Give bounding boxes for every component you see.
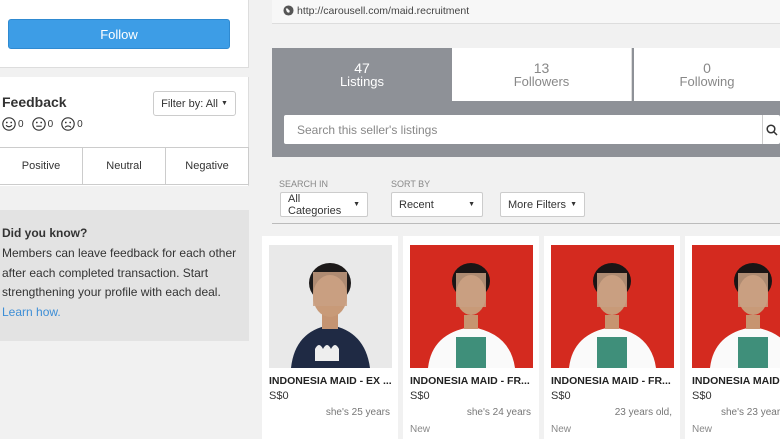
feedback-filter-dropdown[interactable]: Filter by: All ▼ <box>153 91 236 116</box>
feedback-card: Feedback Filter by: All ▼ 0 0 0 Positive… <box>0 77 249 186</box>
listing-title[interactable]: INDONESIA MAID - FR... <box>692 375 780 387</box>
sort-dropdown[interactable]: Recent ▼ <box>391 192 483 217</box>
negative-count-value: 0 <box>77 118 83 130</box>
feedback-tabs: Positive Neutral Negative <box>0 147 249 185</box>
globe-icon <box>283 5 294 16</box>
search-icon <box>765 123 778 136</box>
profile-url[interactable]: http://carousell.com/maid.recruitment <box>297 5 469 17</box>
listing-price: S$0 <box>551 390 571 402</box>
follow-button[interactable]: Follow <box>8 19 230 49</box>
smile-icon <box>2 117 16 131</box>
did-you-know-title: Did you know? <box>2 226 88 240</box>
profile-url-bar: http://carousell.com/maid.recruitment <box>272 0 780 24</box>
listing-condition: New <box>551 424 572 435</box>
caret-down-icon: ▼ <box>353 201 360 208</box>
listing-price: S$0 <box>692 390 712 402</box>
sort-value: Recent <box>399 198 434 211</box>
frown-icon <box>61 117 75 131</box>
profile-stats-panel: 47 Listings 13 Followers 0 Following Sea… <box>272 48 780 157</box>
following-count: 0 <box>703 59 711 76</box>
tab-negative[interactable]: Negative <box>166 148 249 184</box>
listing-description: she's 23 years <box>721 407 780 418</box>
did-you-know-body: Members can leave feedback for each othe… <box>2 246 237 299</box>
sort-by-label: SORT BY <box>391 179 431 189</box>
listings-label: Listings <box>339 73 385 89</box>
positive-count: 0 <box>2 117 24 131</box>
positive-count-value: 0 <box>18 118 24 130</box>
listing-photo[interactable] <box>692 245 780 368</box>
feedback-counts: 0 0 0 <box>2 117 83 131</box>
more-filters-button[interactable]: More Filters ▼ <box>500 192 585 217</box>
seller-sidebar: Follow Feedback Filter by: All ▼ 0 0 0 P… <box>0 0 249 439</box>
listing-title[interactable]: INDONESIA MAID - EX ... <box>269 375 392 387</box>
category-value: All Categories <box>288 192 342 217</box>
neutral-face-icon <box>31 117 46 131</box>
neutral-count-value: 0 <box>47 118 54 130</box>
listing-title[interactable]: INDONESIA MAID - FR... <box>551 375 671 387</box>
listing-title[interactable]: INDONESIA MAID - FR... <box>410 375 530 387</box>
followers-label: Followers <box>513 73 570 89</box>
did-you-know-text: Members can leave feedback for each othe… <box>2 244 247 322</box>
category-dropdown[interactable]: All Categories ▼ <box>280 192 368 217</box>
caret-down-icon: ▼ <box>468 201 475 208</box>
listing-description: she's 25 years <box>325 407 390 418</box>
listing-condition: New <box>410 424 431 435</box>
follow-card: Follow <box>0 0 249 68</box>
listing-price: S$0 <box>269 390 289 402</box>
did-you-know-card: Did you know? Members can leave feedback… <box>0 210 249 341</box>
caret-down-icon: ▼ <box>220 100 228 107</box>
listing-photo[interactable] <box>410 245 533 368</box>
listing-condition: New <box>692 424 713 435</box>
listing-photo[interactable] <box>269 245 392 368</box>
listings-grid: INDONESIA MAID - EX ... S$0 she's 25 yea… <box>262 236 780 439</box>
listing-search-input[interactable]: Search this seller's listings <box>284 115 780 144</box>
tab-followers[interactable]: 13 Followers <box>452 48 632 101</box>
listings-count: 47 <box>354 59 370 76</box>
listing-filters: SEARCH IN All Categories ▼ SORT BY Recen… <box>272 168 780 224</box>
listing-photo[interactable] <box>551 245 674 368</box>
search-button[interactable] <box>762 115 780 144</box>
followers-count: 13 <box>533 59 550 76</box>
negative-count: 0 <box>61 117 83 131</box>
tab-following[interactable]: 0 Following <box>634 48 780 101</box>
listing-description: she's 24 years <box>466 407 531 418</box>
tab-neutral[interactable]: Neutral <box>83 148 166 184</box>
feedback-title: Feedback <box>2 94 67 110</box>
feedback-filter-label: Filter by: All <box>161 97 218 110</box>
listing-card[interactable]: INDONESIA MAID - FR... S$0 she's 24 year… <box>403 236 539 439</box>
neutral-count: 0 <box>31 117 54 131</box>
following-label: Following <box>679 73 735 89</box>
learn-how-link[interactable]: Learn how. <box>2 305 61 319</box>
tab-positive[interactable]: Positive <box>0 148 83 184</box>
listing-card[interactable]: INDONESIA MAID - FR... S$0 23 years old,… <box>544 236 680 439</box>
more-filters-label: More Filters <box>508 198 567 211</box>
search-placeholder: Search this seller's listings <box>297 123 438 137</box>
tab-listings[interactable]: 47 Listings <box>272 48 452 101</box>
caret-down-icon: ▼ <box>570 201 577 208</box>
listing-price: S$0 <box>410 390 430 402</box>
listing-description: 23 years old, <box>614 407 672 418</box>
search-in-label: SEARCH IN <box>279 179 329 189</box>
listing-card[interactable]: INDONESIA MAID - EX ... S$0 she's 25 yea… <box>262 236 398 439</box>
listing-card[interactable]: INDONESIA MAID - FR... S$0 she's 23 year… <box>685 236 780 439</box>
